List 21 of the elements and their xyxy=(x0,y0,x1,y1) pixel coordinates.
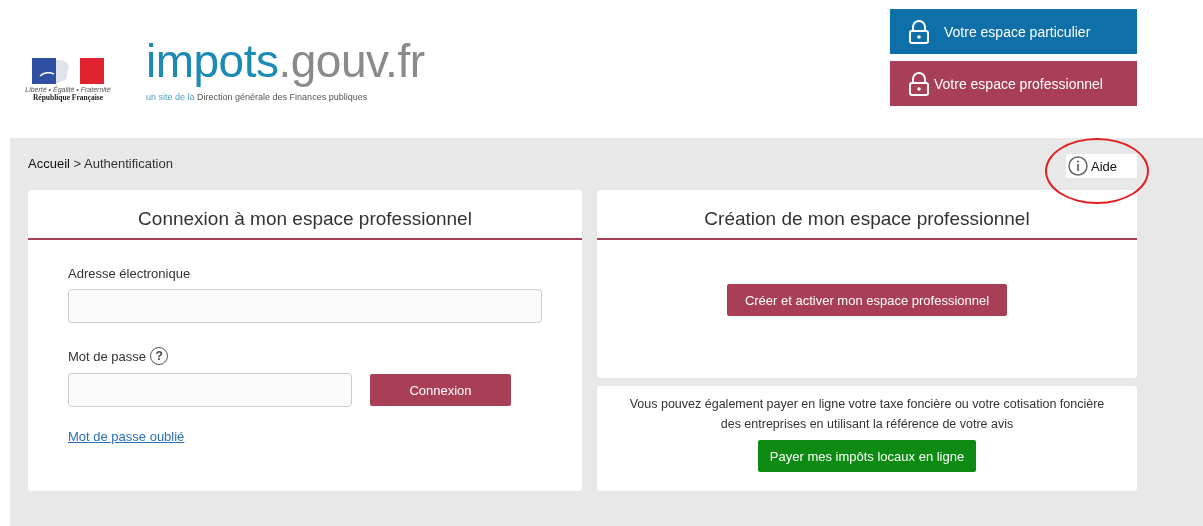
lock-icon xyxy=(908,71,930,96)
login-button[interactable]: Connexion xyxy=(370,374,511,406)
flag-emblem-icon xyxy=(32,58,104,84)
breadcrumb-link[interactable]: Accueil xyxy=(28,156,70,171)
breadcrumb: Accueil > Authentification xyxy=(28,156,173,171)
forgot-password-link[interactable]: Mot de passe oublié xyxy=(68,429,185,444)
pay-online-button[interactable]: Payer mes impôts locaux en ligne xyxy=(757,440,977,472)
field-label: Mot de passe xyxy=(68,348,147,364)
email-field[interactable] xyxy=(68,289,542,323)
payment-text: Vous pouvez également payer en ligne votre taxe foncière ou votre cotisation foncière des entreprises en utilisant la référence de votre avis xyxy=(629,396,1105,433)
card-title: Création de mon espace professionnel xyxy=(597,190,1137,240)
help-button[interactable]: Aide xyxy=(1065,154,1137,178)
space-button[interactable]: Votre espace professionnel xyxy=(890,61,1137,106)
site-tagline: un site de la Direction générale des Finances publiques xyxy=(146,92,369,102)
field-label: Adresse électronique xyxy=(68,266,192,281)
create-account-button[interactable]: Créer et activer mon espace professionnel xyxy=(726,284,1008,316)
info-icon xyxy=(1067,156,1088,176)
password-field[interactable] xyxy=(68,373,352,407)
space-button[interactable]: Votre espace particulier xyxy=(890,9,1137,54)
lock-icon xyxy=(908,19,930,44)
card-title: Connexion à mon espace professionnel xyxy=(28,190,582,240)
